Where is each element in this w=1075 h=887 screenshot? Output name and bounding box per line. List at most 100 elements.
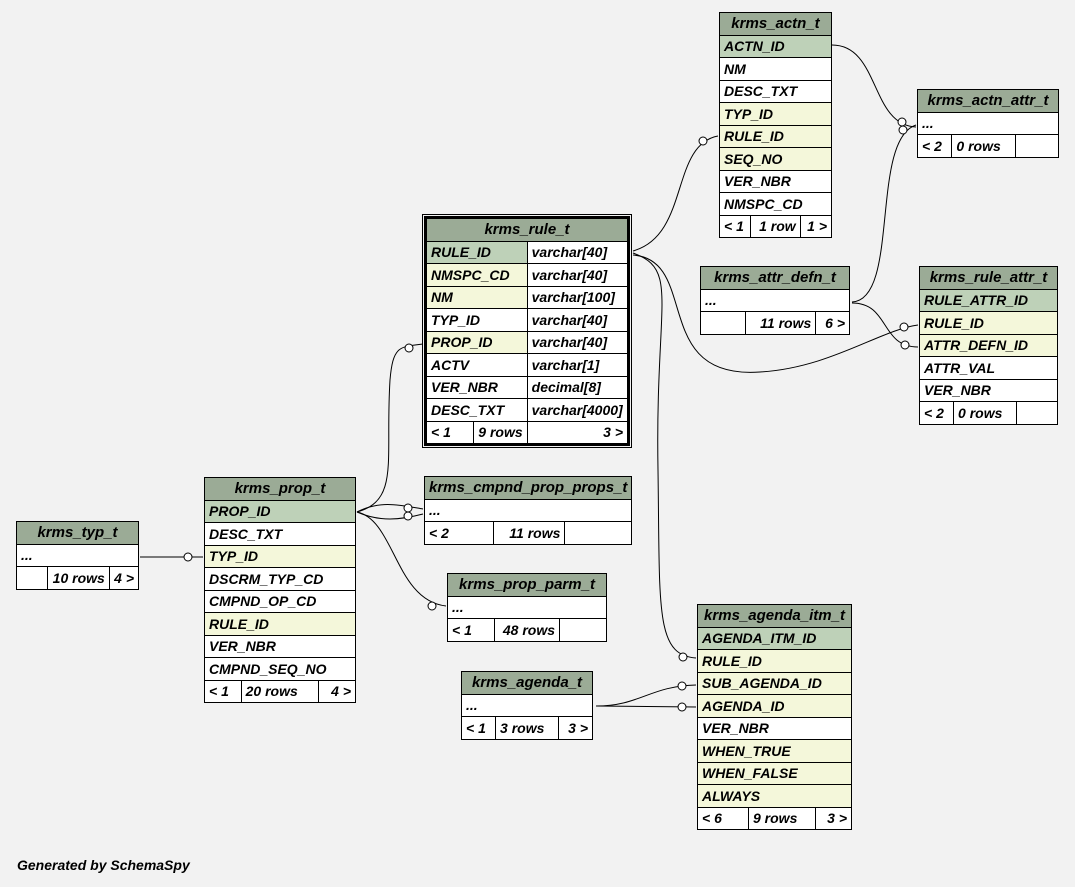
table-title[interactable]: krms_attr_defn_t xyxy=(700,266,850,290)
table-title[interactable]: krms_prop_parm_t xyxy=(447,573,607,597)
column-agenda-id: AGENDA_ID xyxy=(697,694,852,718)
table-title[interactable]: krms_prop_t xyxy=(204,477,356,501)
table-title[interactable]: krms_actn_t xyxy=(719,12,832,36)
edge-rule-to-actn xyxy=(632,135,719,252)
table-krms-prop-parm-t[interactable]: krms_prop_parm_t ... < 1 48 rows xyxy=(447,573,607,642)
column-ellipsis: ... xyxy=(917,111,1059,135)
column-rule-id: RULE_ID xyxy=(719,124,832,148)
column-attr-defn-id: ATTR_DEFN_ID xyxy=(919,333,1058,357)
table-title[interactable]: krms_cmpnd_prop_props_t xyxy=(423,476,633,500)
table-krms-attr-defn-t[interactable]: krms_attr_defn_t ... 11 rows 6 > xyxy=(700,266,850,335)
table-krms-rule-attr-t[interactable]: krms_rule_attr_t RULE_ATTR_ID RULE_ID AT… xyxy=(918,266,1058,425)
column-typ-id: TYP_ID xyxy=(425,308,528,332)
children-count: 3 > xyxy=(814,806,853,830)
table-title[interactable]: krms_rule_attr_t xyxy=(919,266,1058,290)
children-count xyxy=(1016,401,1058,425)
edge-actn-to-actn-attr xyxy=(831,44,917,128)
parents-count xyxy=(700,311,746,335)
row-count: 3 rows xyxy=(495,716,559,740)
table-krms-actn-t[interactable]: krms_actn_t ACTN_ID NM DESC_TXT TYP_ID R… xyxy=(718,12,833,238)
row-count: 1 row xyxy=(750,214,801,238)
table-krms-agenda-itm-t[interactable]: krms_agenda_itm_t AGENDA_ITM_ID RULE_ID … xyxy=(697,604,853,830)
row-count: 10 rows xyxy=(47,566,110,590)
table-krms-cmpnd-prop-props-t[interactable]: krms_cmpnd_prop_props_t ... < 2 11 rows xyxy=(423,476,633,545)
parents-count: < 6 xyxy=(697,806,749,830)
parents-count: < 2 xyxy=(918,401,955,425)
parents-count: < 1 xyxy=(204,679,242,703)
table-krms-prop-t[interactable]: krms_prop_t PROP_ID DESC_TXT TYP_ID DSCR… xyxy=(204,477,356,703)
column-ver-nbr: VER_NBR xyxy=(719,169,832,193)
table-krms-actn-attr-t[interactable]: krms_actn_attr_t ... < 2 0 rows xyxy=(916,89,1059,158)
column-cmpnd-seq-no: CMPND_SEQ_NO xyxy=(204,657,356,681)
row-count: 20 rows xyxy=(240,679,320,703)
children-count: 4 > xyxy=(318,679,356,703)
column-ellipsis: ... xyxy=(461,693,593,717)
column-rule-id: RULE_ID xyxy=(919,311,1058,335)
column-type: decimal[8] xyxy=(526,375,630,399)
edge-rule-to-agenda-itm xyxy=(632,252,697,659)
column-always: ALWAYS xyxy=(697,784,852,808)
row-count: 9 rows xyxy=(748,806,816,830)
parents-count: < 2 xyxy=(424,521,494,545)
table-title[interactable]: krms_agenda_itm_t xyxy=(697,604,852,628)
column-ver-nbr: VER_NBR xyxy=(697,716,852,740)
column-actv: ACTV xyxy=(425,353,528,377)
edge-attr-defn-to-rule-attr xyxy=(851,302,919,348)
footer-left: < 1 9 rows xyxy=(425,420,528,445)
table-krms-typ-t[interactable]: krms_typ_t ... 10 rows 4 > xyxy=(16,521,140,590)
column-prop-id: PROP_ID xyxy=(204,499,356,523)
column-rule-id: RULE_ID xyxy=(697,649,852,673)
column-cmpnd-op-cd: CMPND_OP_CD xyxy=(204,589,356,613)
table-title[interactable]: krms_rule_t xyxy=(425,217,629,242)
column-agenda-itm-id: AGENDA_ITM_ID xyxy=(697,626,852,650)
column-nm: NM xyxy=(719,57,832,81)
column-prop-id: PROP_ID xyxy=(425,330,528,354)
edge-prop-to-cmpnd-b xyxy=(356,511,424,520)
column-attr-val: ATTR_VAL xyxy=(919,356,1058,380)
column-dscrm-typ-cd: DSCRM_TYP_CD xyxy=(204,567,356,591)
children-count: 6 > xyxy=(815,311,850,335)
children-count: 1 > xyxy=(799,214,833,238)
column-nmspc-cd: NMSPC_CD xyxy=(719,192,832,216)
column-type: varchar[40] xyxy=(526,240,630,264)
row-count: 11 rows xyxy=(744,311,817,335)
column-sub-agenda-id: SUB_AGENDA_ID xyxy=(697,671,852,695)
column-type: varchar[40] xyxy=(526,308,630,332)
edge-prop-to-cmpnd-a xyxy=(356,503,424,513)
parents-count: < 1 xyxy=(460,716,497,740)
edge-prop-to-rule xyxy=(356,343,424,513)
row-count: 9 rows xyxy=(478,424,523,441)
parents-count: < 1 xyxy=(718,214,752,238)
column-ver-nbr: VER_NBR xyxy=(204,634,356,658)
children-count: 3 > xyxy=(526,420,630,445)
column-typ-id: TYP_ID xyxy=(204,544,356,568)
children-count xyxy=(559,618,607,642)
row-count: 0 rows xyxy=(951,134,1016,158)
column-type: varchar[100] xyxy=(526,285,630,309)
column-when-false: WHEN_FALSE xyxy=(697,761,852,785)
children-count: 4 > xyxy=(108,566,140,590)
edge-attr-defn-to-actn-attr xyxy=(851,124,917,303)
column-rule-id: RULE_ID xyxy=(425,240,528,264)
table-title[interactable]: krms_typ_t xyxy=(16,521,139,545)
children-count xyxy=(1015,134,1059,158)
column-desc-txt: DESC_TXT xyxy=(425,398,528,422)
table-title[interactable]: krms_agenda_t xyxy=(461,671,593,695)
column-actn-id: ACTN_ID xyxy=(719,34,832,58)
column-type: varchar[1] xyxy=(526,353,630,377)
table-title[interactable]: krms_actn_attr_t xyxy=(917,89,1059,113)
column-ellipsis: ... xyxy=(16,543,139,567)
row-count: 11 rows xyxy=(492,521,566,545)
children-count xyxy=(564,521,633,545)
table-krms-agenda-t[interactable]: krms_agenda_t ... < 1 3 rows 3 > xyxy=(460,671,594,740)
table-krms-rule-t[interactable]: krms_rule_t RULE_ID varchar[40] NMSPC_CD v… xyxy=(422,214,632,448)
parents-count: < 2 xyxy=(916,134,953,158)
parents-count xyxy=(16,566,48,590)
column-ellipsis: ... xyxy=(447,595,607,619)
column-typ-id: TYP_ID xyxy=(719,102,832,126)
column-ver-nbr: VER_NBR xyxy=(919,378,1058,402)
column-type: varchar[4000] xyxy=(526,398,630,422)
column-type: varchar[40] xyxy=(526,263,630,287)
column-when-true: WHEN_TRUE xyxy=(697,739,852,763)
column-ellipsis: ... xyxy=(700,288,850,312)
